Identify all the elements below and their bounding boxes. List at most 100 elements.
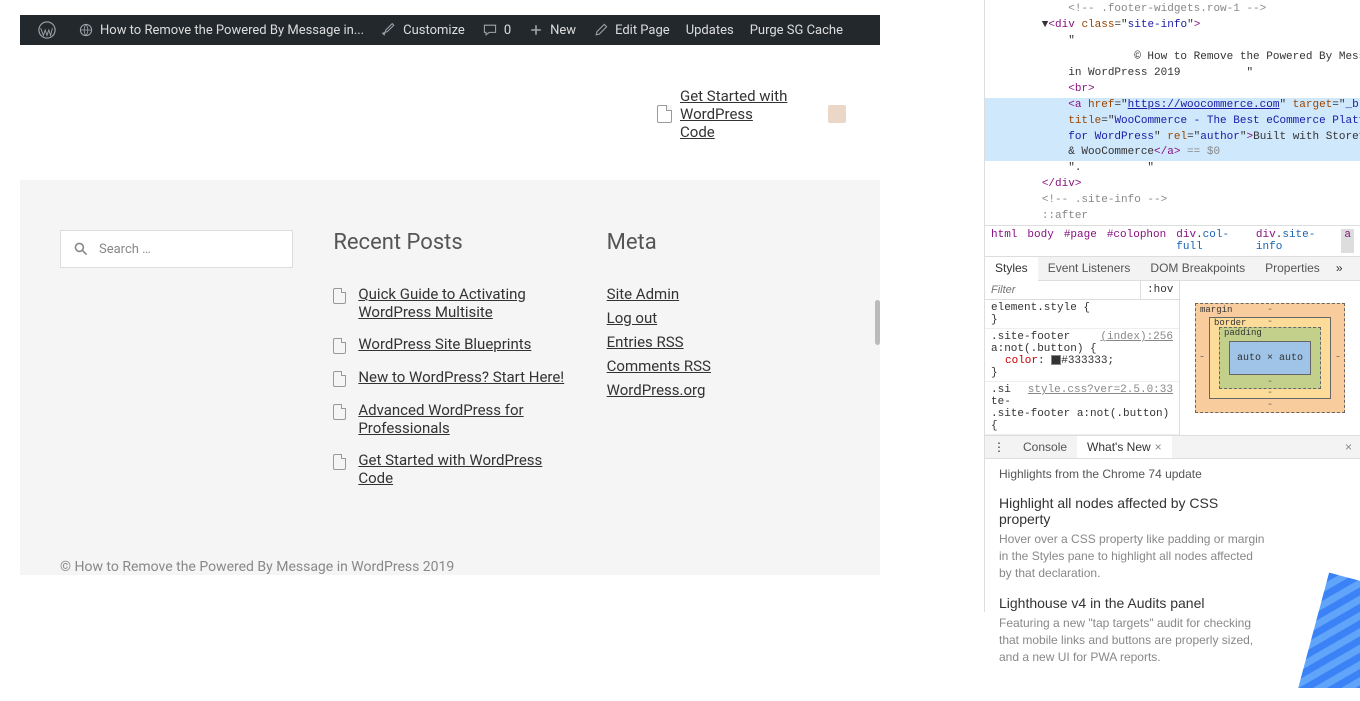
tab-console[interactable]: Console xyxy=(1013,436,1077,458)
styles-tab-bar: Styles Event Listeners DOM Breakpoints P… xyxy=(985,257,1360,281)
post-link[interactable]: New to WordPress? Start Here! xyxy=(358,368,564,386)
drawer-tabs: ⋮ Console What's New× × xyxy=(985,436,1360,459)
edit-page-link[interactable]: Edit Page xyxy=(584,15,678,45)
list-item: Comments RSS xyxy=(607,357,840,375)
section-title: Lighthouse v4 in the Audits panel xyxy=(999,595,1266,611)
elements-tree[interactable]: <!-- .footer-widgets.row-1 --> ▼<div cla… xyxy=(985,0,1360,225)
code-line[interactable]: <br> xyxy=(985,82,1360,98)
recent-posts-widget: Recent Posts Quick Guide to Activating W… xyxy=(333,230,566,501)
post-link-text: Get Started with WordPress Code xyxy=(680,87,820,141)
rule-source[interactable]: style.css?ver=2.5.0:33 xyxy=(1028,384,1173,396)
drawer-close-icon[interactable]: × xyxy=(1337,436,1360,458)
rule-source[interactable]: (index):256 xyxy=(1100,331,1173,343)
meta-link[interactable]: Log out xyxy=(607,309,658,327)
code-line[interactable]: & WooCommerce</a> == $0 xyxy=(985,145,1360,161)
code-line[interactable]: </div> xyxy=(985,177,1360,193)
css-rule[interactable]: (index):256 .site-footer a:not(.button) … xyxy=(985,329,1179,382)
search-widget: Search … xyxy=(60,230,293,501)
post-link[interactable]: Get Started with WordPress Code xyxy=(358,451,566,487)
breadcrumb-item[interactable]: #page xyxy=(1064,229,1097,253)
drawer-menu-icon[interactable]: ⋮ xyxy=(985,436,1013,458)
list-item: Get Started with WordPress Code xyxy=(333,451,566,487)
hov-toggle[interactable]: :hov xyxy=(1140,281,1179,299)
list-item: WordPress.org xyxy=(607,381,840,399)
element-style-rule[interactable]: element.style { } xyxy=(985,300,1179,329)
document-icon xyxy=(333,288,346,304)
code-line[interactable]: <!-- .site-info --> xyxy=(985,193,1360,209)
footer-widgets: Search … Recent Posts Quick Guide to Act… xyxy=(20,180,880,541)
new-content-link[interactable]: New xyxy=(519,15,584,45)
code-line[interactable]: for WordPress" rel="author">Built with S… xyxy=(985,130,1360,146)
scrollbar-thumb[interactable] xyxy=(875,300,880,345)
post-link[interactable]: Quick Guide to Activating WordPress Mult… xyxy=(358,285,566,321)
code-line[interactable]: " xyxy=(985,34,1360,50)
pencil-icon xyxy=(592,21,610,39)
tab-event-listeners[interactable]: Event Listeners xyxy=(1038,257,1141,280)
edit-page-label: Edit Page xyxy=(615,23,670,38)
content-box: auto × auto xyxy=(1229,341,1311,375)
list-item: Advanced WordPress for Professionals xyxy=(333,401,566,437)
meta-link[interactable]: Entries RSS xyxy=(607,333,684,351)
tab-styles[interactable]: Styles xyxy=(985,257,1038,281)
box-model[interactable]: margin - - - - border - - padding - auto… xyxy=(1180,281,1360,435)
code-line[interactable]: <a href="https://woocommerce.com" target… xyxy=(985,98,1360,114)
section-body: Hover over a CSS property like padding o… xyxy=(999,531,1266,581)
code-line[interactable]: ▼<div class="site-info"> xyxy=(985,18,1360,34)
breadcrumb-item[interactable]: html xyxy=(991,229,1017,253)
list-item: Log out xyxy=(607,309,840,327)
code-line[interactable]: ::after xyxy=(985,209,1360,225)
code-line[interactable]: in WordPress 2019 " xyxy=(985,66,1360,82)
customize-link[interactable]: Customize xyxy=(372,15,473,45)
tab-dom-breakpoints[interactable]: DOM Breakpoints xyxy=(1140,257,1255,280)
search-icon xyxy=(73,241,89,257)
site-title-text: How to Remove the Powered By Message in.… xyxy=(100,23,364,38)
list-item: New to WordPress? Start Here! xyxy=(333,368,566,387)
breadcrumb-item[interactable]: #colophon xyxy=(1107,229,1166,253)
next-post-link[interactable]: Get Started with WordPress Code xyxy=(657,87,846,141)
styles-body: :hov .cls + element.style { } (index):25… xyxy=(985,281,1360,436)
post-link[interactable]: Advanced WordPress for Professionals xyxy=(358,401,566,437)
site-name-menu[interactable]: How to Remove the Powered By Message in.… xyxy=(69,15,372,45)
site-content-area: Get Started with WordPress Code xyxy=(20,45,880,180)
code-line[interactable]: <!-- .footer-widgets.row-1 --> xyxy=(985,2,1360,18)
list-item: WordPress Site Blueprints xyxy=(333,335,566,354)
post-link[interactable]: WordPress Site Blueprints xyxy=(358,335,531,353)
breadcrumb-item[interactable]: a xyxy=(1341,229,1354,253)
close-icon[interactable]: × xyxy=(1155,440,1162,454)
wp-logo-menu[interactable] xyxy=(30,15,69,45)
breadcrumb-item[interactable]: div.col-full xyxy=(1176,229,1246,253)
drawer: ⋮ Console What's New× × Highlights from … xyxy=(985,436,1360,688)
code-line[interactable]: © How to Remove the Powered By Message xyxy=(985,50,1360,66)
list-item: Entries RSS xyxy=(607,333,840,351)
list-item: Quick Guide to Activating WordPress Mult… xyxy=(333,285,566,321)
code-line[interactable]: ". " xyxy=(985,161,1360,177)
wp-admin-bar: How to Remove the Powered By Message in.… xyxy=(20,15,880,45)
meta-link[interactable]: Site Admin xyxy=(607,285,679,303)
comments-count: 0 xyxy=(504,23,511,38)
css-rule[interactable]: style.css?ver=2.5.0:33 .si te- .site-foo… xyxy=(985,382,1179,435)
search-box[interactable]: Search … xyxy=(60,230,293,268)
tabs-overflow-icon[interactable]: » xyxy=(1330,257,1349,280)
tab-whats-new[interactable]: What's New× xyxy=(1077,436,1172,458)
document-icon xyxy=(333,338,346,354)
meta-list: Site Admin Log out Entries RSS Comments … xyxy=(607,285,840,399)
document-icon xyxy=(657,105,672,123)
styles-filter-input[interactable] xyxy=(985,281,1140,299)
customize-label: Customize xyxy=(403,23,465,38)
breadcrumb[interactable]: html body #page #colophon div.col-full div.si… xyxy=(985,225,1360,257)
updates-link[interactable]: Updates xyxy=(678,15,742,45)
margin-label: margin xyxy=(1200,305,1232,315)
breadcrumb-item[interactable]: div.site-info xyxy=(1256,229,1331,253)
code-line[interactable]: title="WooCommerce - The Best eCommerce … xyxy=(985,114,1360,130)
tab-properties[interactable]: Properties xyxy=(1255,257,1330,280)
meta-link[interactable]: WordPress.org xyxy=(607,381,706,399)
styles-rules: :hov .cls + element.style { } (index):25… xyxy=(985,281,1180,435)
meta-link[interactable]: Comments RSS xyxy=(607,357,711,375)
purge-cache-link[interactable]: Purge SG Cache xyxy=(742,15,851,45)
comments-link[interactable]: 0 xyxy=(473,15,519,45)
recent-posts-title: Recent Posts xyxy=(333,230,566,255)
breadcrumb-item[interactable]: body xyxy=(1027,229,1053,253)
updates-label: Updates xyxy=(686,23,734,38)
meta-title: Meta xyxy=(607,230,840,255)
color-swatch-icon[interactable] xyxy=(1051,355,1061,365)
